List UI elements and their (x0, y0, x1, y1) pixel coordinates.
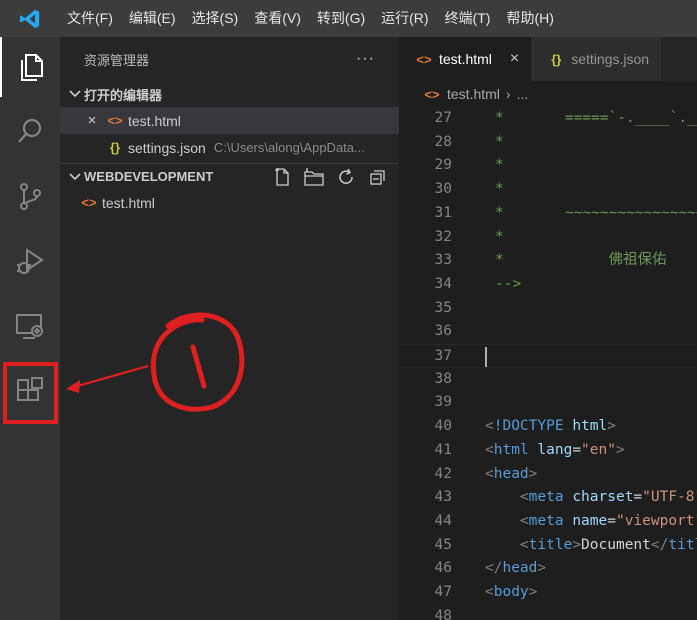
annotation-arrow-and-circle (66, 312, 245, 412)
